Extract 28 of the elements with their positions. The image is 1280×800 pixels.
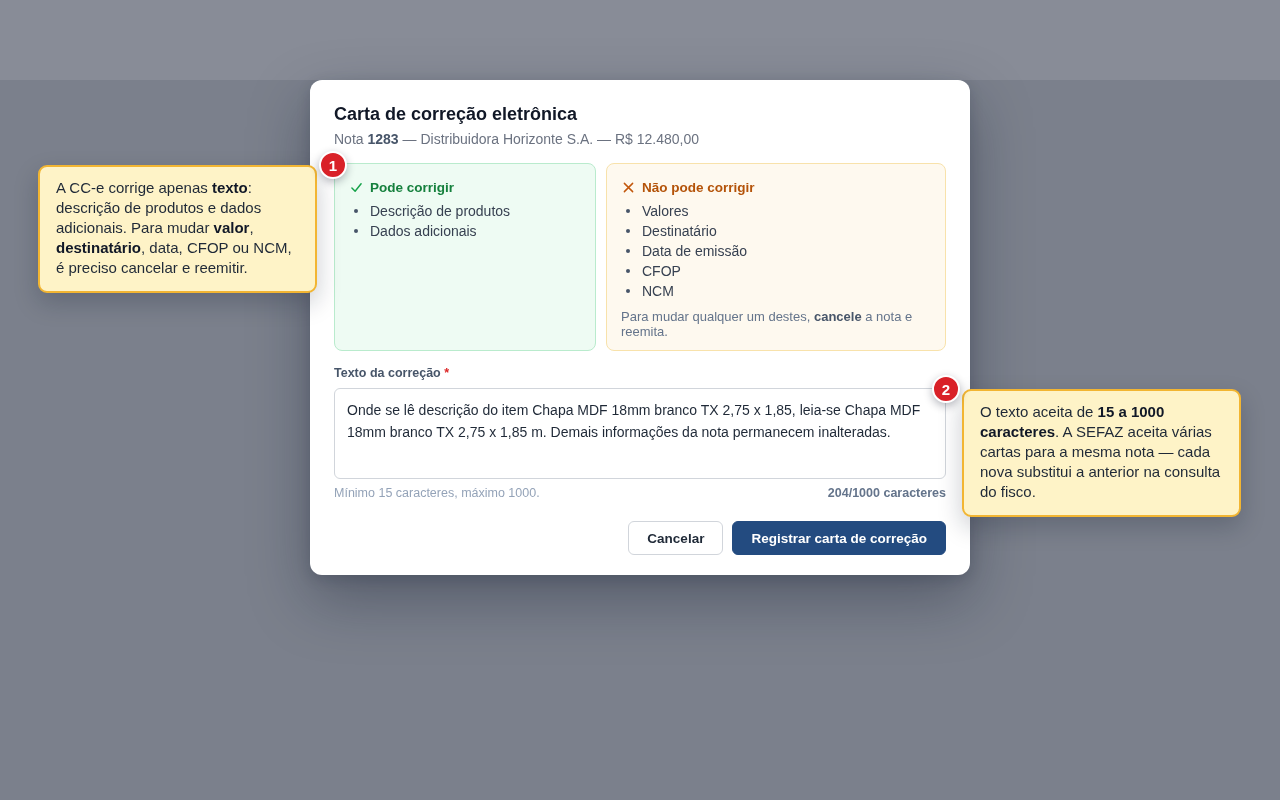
- submit-button[interactable]: Registrar carta de correção: [732, 521, 946, 555]
- list-item: Descrição de produtos: [370, 202, 511, 221]
- panel-note: Para mudar qualquer um destes, cancele a nota e reemita.: [621, 309, 914, 339]
- callout: O texto aceita de 15 a 1000 caracteres. A SEFAZ aceita várias cartas para a mesma nota — cada nova substitui a anterior na consulta do fisco.: [962, 389, 1241, 517]
- list-item: Dados adicionais: [370, 222, 477, 241]
- character-counter: 204/1000 caracteres: [827, 485, 946, 501]
- bullet-icon: [626, 229, 630, 233]
- list-item: Valores: [642, 202, 689, 221]
- dialog-title: Carta de correção eletrônica: [334, 103, 579, 126]
- field-label: Texto da correção *: [334, 365, 451, 381]
- bullet-icon: [626, 249, 630, 253]
- panel-heading: Não pode corrigir: [642, 179, 755, 195]
- dialog-subtitle: Nota 1283 — Distribuidora Horizonte S.A. — R$ 12.480,00: [334, 130, 700, 148]
- panel-heading: Pode corrigir: [370, 179, 455, 195]
- bullet-icon: [626, 269, 630, 273]
- hint-text: Mínimo 15 caracteres, máximo 1000.: [334, 485, 540, 501]
- bullet-icon: [626, 209, 630, 213]
- cancel-button[interactable]: Cancelar: [628, 521, 724, 555]
- callout: A CC-e corrige apenas texto: descrição de produtos e dados adicionais. Para mudar valor, destinatário, data, CFOP ou NCM, é preciso cancelar e reemitir.: [38, 165, 317, 293]
- list-item: Destinatário: [642, 222, 717, 241]
- list-item: Data de emissão: [642, 242, 748, 261]
- list-item: NCM: [642, 282, 674, 301]
- list-item: CFOP: [642, 262, 681, 281]
- bullet-icon: [354, 229, 358, 233]
- bullet-icon: [626, 289, 630, 293]
- check-icon: [351, 181, 362, 193]
- cross-icon: [623, 181, 634, 193]
- bullet-icon: [354, 209, 358, 213]
